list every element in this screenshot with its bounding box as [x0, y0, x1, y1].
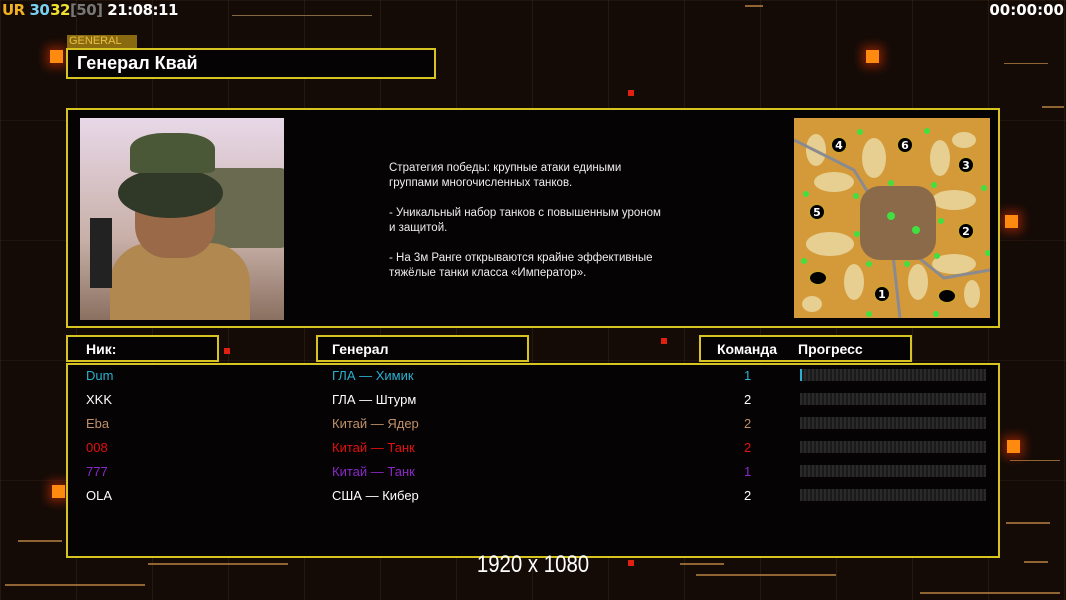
stat-value-1: 30: [29, 1, 50, 19]
general-name: Генерал Квай: [77, 53, 198, 73]
svg-text:1: 1: [878, 288, 886, 301]
deco-square: [628, 90, 634, 96]
start-slot: 2: [957, 222, 975, 240]
general-description: Стратегия победы: крупные атаки едиными …: [389, 162, 661, 279]
player-progress-bar: [800, 417, 986, 429]
deco-square: [1007, 440, 1020, 453]
deco-line: [920, 592, 1060, 594]
player-general: ГЛА — Штурм: [332, 392, 417, 407]
player-progress-bar: [800, 489, 986, 501]
cap-image: [130, 133, 215, 173]
svg-text:6: 6: [901, 139, 909, 152]
player-general: Китай — Ядер: [332, 416, 419, 431]
general-header: Генерал: [316, 335, 529, 362]
general-header-label: Генерал: [332, 341, 389, 357]
player-row[interactable]: XKK ГЛА — Штурм 2: [68, 390, 998, 410]
player-team: 2: [744, 488, 752, 503]
player-progress-bar: [800, 369, 986, 381]
deco-line: [1004, 63, 1048, 64]
player-general: Китай — Танк: [332, 464, 415, 479]
player-nick: Eba: [86, 416, 110, 431]
player-nick: OLA: [86, 488, 113, 503]
start-slot: 1: [873, 285, 891, 303]
player-progress-bar: [800, 441, 986, 453]
resolution-label: 1920 x 1080: [476, 551, 590, 578]
players-table: Dum ГЛА — Химик 1 XKK ГЛА — Штурм 2 Eba …: [66, 363, 1000, 558]
general-name-box: Генерал Квай: [66, 48, 436, 79]
player-general: ГЛА — Химик: [332, 368, 414, 383]
deco-line: [745, 5, 763, 7]
progress-header-label: Прогресс: [798, 341, 863, 357]
player-general: Китай — Танк: [332, 440, 415, 455]
player-progress-bar: [800, 393, 986, 405]
svg-text:3: 3: [962, 159, 970, 172]
player-nick: 008: [86, 440, 108, 455]
player-row[interactable]: 777 Китай — Танк 1: [68, 462, 998, 482]
map-center-base: [860, 186, 936, 260]
deco-line: [232, 15, 372, 16]
deco-square: [50, 50, 63, 63]
player-row[interactable]: 008 Китай — Танк 2: [68, 438, 998, 458]
player-row[interactable]: Dum ГЛА — Химик 1: [68, 366, 998, 386]
pistol-image: [90, 218, 112, 288]
deco-line: [1010, 460, 1060, 461]
nick-header: Ник:: [66, 335, 219, 362]
svg-text:4: 4: [835, 139, 843, 152]
player-team: 1: [744, 464, 752, 479]
start-slot: 5: [808, 203, 826, 221]
general-tag: GENERAL: [67, 35, 137, 48]
deco-line: [1042, 106, 1064, 108]
player-team: 2: [744, 416, 752, 431]
team-progress-header: Команда Прогресс: [699, 335, 912, 362]
player-progress-bar: [800, 465, 986, 477]
start-slot: 3: [957, 156, 975, 174]
deco-square: [52, 485, 65, 498]
stat-value-2: 32: [50, 1, 70, 19]
ur-label: UR: [2, 1, 25, 19]
game-timer: 00:00:00: [989, 1, 1064, 19]
start-slot: 4: [830, 136, 848, 154]
deco-square: [661, 338, 667, 344]
deco-square: [866, 50, 879, 63]
hud-stats: UR 30 32[50] 21:08:11: [2, 1, 178, 19]
player-team: 2: [744, 440, 752, 455]
helmet-image: [118, 168, 223, 218]
svg-text:2: 2: [962, 225, 970, 238]
general-portrait: [80, 118, 284, 320]
player-nick: XKK: [86, 392, 113, 407]
player-nick: Dum: [86, 368, 114, 383]
deco-square: [224, 348, 230, 354]
deco-square: [1005, 215, 1018, 228]
stat-bracket: [50]: [69, 1, 103, 19]
progress-fill: [800, 369, 802, 381]
minimap: 1 2 3 4 5 6: [794, 118, 990, 318]
clock: 21:08:11: [107, 1, 178, 19]
svg-text:5: 5: [813, 206, 821, 219]
deco-line: [1024, 561, 1048, 563]
player-nick: 777: [86, 464, 108, 479]
start-slot: 6: [896, 136, 914, 154]
player-team: 1: [744, 368, 752, 383]
player-row[interactable]: Eba Китай — Ядер 2: [68, 414, 998, 434]
deco-line: [5, 584, 145, 586]
nick-header-label: Ник:: [86, 341, 117, 357]
deco-line: [18, 540, 62, 542]
player-general: США — Кибер: [332, 488, 419, 503]
deco-line: [1006, 522, 1050, 524]
player-row[interactable]: OLA США — Кибер 2: [68, 486, 998, 506]
player-team: 2: [744, 392, 752, 407]
team-header-label: Команда: [717, 341, 777, 357]
